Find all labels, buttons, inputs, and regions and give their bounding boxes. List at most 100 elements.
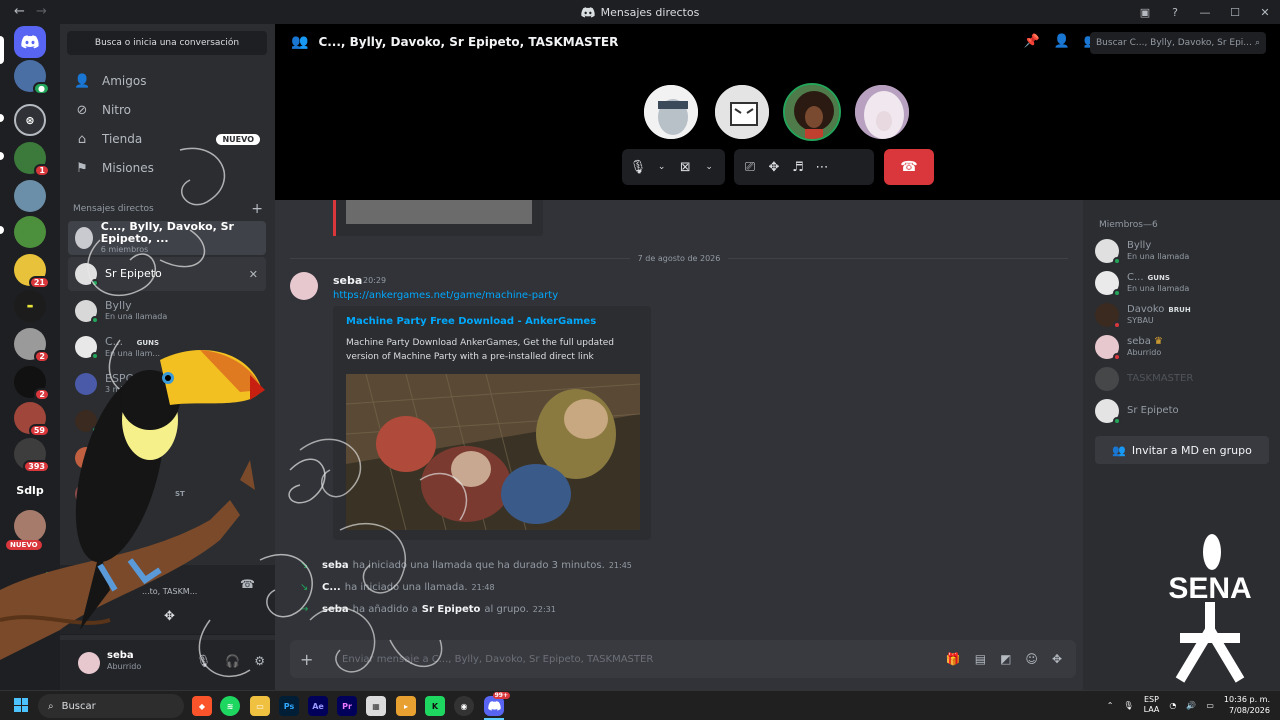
guild-icon[interactable]: 2 — [14, 366, 50, 401]
call-participant-avatar[interactable] — [713, 83, 771, 141]
settings-gear-icon[interactable]: ⚙ — [254, 654, 265, 668]
member-item[interactable]: seba ♛ Aburrido — [1095, 332, 1275, 362]
member-item[interactable]: Bylly En una llamada — [1095, 236, 1275, 266]
dm-item-st[interactable]: ST — [68, 477, 266, 511]
guild-icon[interactable]: 21 — [14, 254, 50, 289]
message-avatar[interactable] — [290, 272, 318, 300]
system-actor[interactable]: seba — [322, 560, 349, 571]
guild-icon[interactable]: 2 — [14, 328, 50, 363]
call-participant-avatar-speaking[interactable] — [783, 83, 841, 141]
clock[interactable]: 10:36 p. m. 7/08/2026 — [1224, 694, 1270, 716]
user-avatar[interactable] — [78, 652, 100, 674]
wifi-icon[interactable]: ◔ — [1169, 701, 1176, 710]
add-friends-icon[interactable]: 👤 — [1054, 34, 1070, 49]
member-item-offline[interactable]: TASKMASTER — [1095, 364, 1275, 394]
call-participant-avatar[interactable] — [853, 83, 911, 141]
minimize-icon[interactable]: — — [1190, 6, 1220, 19]
dm-item-f[interactable]: F... — [68, 441, 266, 475]
embed-image[interactable] — [346, 374, 640, 530]
apps-icon[interactable]: ✥ — [1052, 652, 1062, 666]
camera-off-icon[interactable]: ⊠ — [676, 160, 696, 175]
chevron-down-icon[interactable]: ⌄ — [699, 162, 719, 172]
windows-start-icon[interactable] — [14, 698, 28, 712]
screen-share-icon[interactable]: ⎚ — [740, 160, 760, 175]
battery-icon[interactable]: ▭ — [1206, 701, 1214, 710]
store-icon[interactable]: ▦ — [366, 696, 386, 716]
premiere-icon[interactable]: Pr — [337, 696, 357, 716]
close-dm-icon[interactable]: ✕ — [249, 268, 258, 281]
chevron-down-icon[interactable]: ⌄ — [652, 162, 672, 172]
gif-icon[interactable]: ▤ — [975, 652, 986, 666]
nav-nitro[interactable]: ⊘ Nitro — [68, 96, 266, 124]
guild-icon[interactable]: 1 — [14, 142, 50, 177]
pin-icon[interactable]: 📌 — [1023, 34, 1039, 49]
guild-icon[interactable]: ● — [14, 60, 50, 95]
message-link[interactable]: https://ankergames.net/game/machine-part… — [333, 290, 558, 301]
nav-shop[interactable]: ⌂ Tienda NUEVO — [68, 125, 266, 153]
guild-icon[interactable] — [14, 216, 46, 248]
help-icon[interactable]: ? — [1160, 6, 1190, 19]
nav-friends[interactable]: 👤 Amigos — [68, 67, 266, 95]
kick-icon[interactable]: K — [425, 696, 445, 716]
guild-icon[interactable]: ▬ — [14, 290, 46, 322]
system-target[interactable]: Sr Epipeto — [422, 604, 481, 615]
back-arrow-icon[interactable]: ← — [14, 4, 25, 19]
guild-icon[interactable]: ⊛ — [14, 104, 46, 136]
language-indicator[interactable]: ESP LAA — [1144, 695, 1160, 715]
dm-item-espon[interactable]: ESPON 3 miembr... — [68, 367, 266, 401]
volume-icon[interactable]: 🔊 — [1186, 701, 1196, 710]
guild-icon[interactable]: 59 — [14, 402, 50, 437]
dm-item-sr-epipeto[interactable]: Sr Epipeto ✕ — [68, 257, 266, 291]
dm-search-button[interactable]: Busca o inicia una conversación — [67, 31, 267, 55]
call-participant-avatar[interactable] — [642, 83, 700, 141]
soundboard-icon[interactable]: ♬ — [788, 160, 808, 175]
member-item[interactable]: Davoko BRUH SYBAU — [1095, 300, 1275, 330]
maximize-icon[interactable]: ☐ — [1220, 6, 1250, 19]
microphone-tray-icon[interactable]: 🎙 — [1123, 701, 1133, 710]
create-dm-plus-icon[interactable]: + — [251, 201, 263, 217]
attach-plus-icon[interactable]: + — [300, 650, 326, 669]
system-actor[interactable]: C... — [322, 582, 341, 593]
embed-title[interactable]: Machine Party Free Download - AnkerGames — [346, 316, 596, 327]
forward-arrow-icon[interactable]: → — [36, 4, 47, 19]
taskbar-search[interactable]: ⌕ Buscar — [38, 694, 184, 718]
message-author[interactable]: seba — [333, 274, 362, 287]
app-icon[interactable]: ▸ — [396, 696, 416, 716]
guild-sdlp[interactable]: Sdlp — [14, 474, 46, 506]
guild-icon[interactable] — [14, 510, 46, 542]
more-icon[interactable]: ⋯ — [812, 160, 832, 175]
close-icon[interactable]: ✕ — [1250, 6, 1280, 19]
dm-item-group[interactable]: C..., Bylly, Davoko, Sr Epipeto, ... 6 mi… — [68, 221, 266, 255]
gift-icon[interactable]: 🎁 — [946, 652, 961, 666]
brave-browser-icon[interactable]: ◆ — [192, 696, 212, 716]
message-composer[interactable]: + Enviar mensaje a C..., Bylly, Davoko, … — [290, 640, 1076, 678]
channel-search-input[interactable]: Buscar C..., Bylly, Davoko, Sr Epi... ⌕ — [1090, 32, 1266, 54]
discord-taskbar-icon[interactable]: 99+ — [484, 692, 510, 716]
dm-item-davoko[interactable]: Davok... — [68, 404, 266, 438]
member-item[interactable]: Sr Epipeto — [1095, 396, 1275, 426]
microphone-icon[interactable]: 🎙 — [196, 654, 211, 668]
member-item[interactable]: C... GUNS En una llamada — [1095, 268, 1275, 298]
discord-home-button[interactable] — [14, 26, 46, 58]
inbox-icon[interactable]: ▣ — [1130, 6, 1160, 19]
photoshop-icon[interactable]: Ps — [279, 696, 299, 716]
file-explorer-icon[interactable]: ▭ — [250, 696, 270, 716]
system-actor[interactable]: seba — [322, 604, 349, 615]
microphone-icon[interactable]: 🎙 — [628, 160, 648, 175]
guild-icon[interactable] — [14, 180, 46, 212]
obs-icon[interactable]: ◉ — [454, 696, 474, 716]
chevron-up-icon[interactable]: ⌃ — [1107, 701, 1114, 710]
activities-icon[interactable]: ✥ — [164, 609, 175, 624]
dm-item-bylly[interactable]: Bylly En una llamada — [68, 294, 266, 328]
dm-item-c[interactable]: C... GUNS En una llam... — [68, 330, 266, 364]
after-effects-icon[interactable]: Ae — [308, 696, 328, 716]
invite-to-group-button[interactable]: 👥 Invitar a MD en grupo — [1095, 436, 1269, 464]
headphones-icon[interactable]: 🎧 — [225, 654, 240, 668]
nav-quests[interactable]: ⚑ Misiones — [68, 154, 266, 182]
emoji-icon[interactable]: ☺ — [1025, 652, 1038, 666]
activities-icon[interactable]: ✥ — [764, 160, 784, 175]
spotify-icon[interactable]: ≋ — [220, 696, 240, 716]
end-call-button[interactable]: ☎ — [884, 149, 934, 185]
disconnect-icon[interactable]: ☎ — [240, 577, 255, 591]
sticker-icon[interactable]: ◩ — [1000, 652, 1011, 666]
